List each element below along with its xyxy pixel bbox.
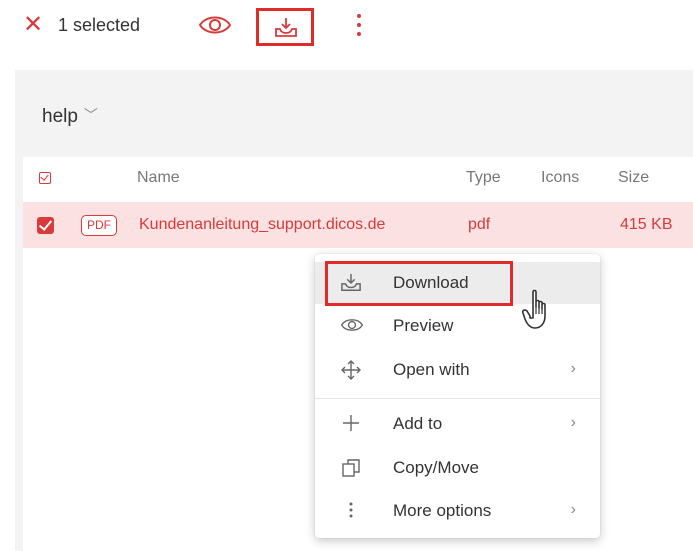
select-all-checkbox[interactable] (39, 172, 51, 184)
breadcrumb-folder[interactable]: help (42, 106, 78, 127)
menu-item-label: Download (393, 273, 469, 292)
more-vertical-icon[interactable] (352, 12, 366, 40)
column-header-type[interactable]: Type (466, 169, 501, 187)
table-header: Name Type Icons Size (23, 157, 693, 199)
download-button[interactable] (256, 8, 314, 46)
copy-icon (340, 458, 362, 478)
chevron-down-icon[interactable]: ﹀ (84, 105, 98, 125)
eye-icon[interactable] (198, 12, 232, 38)
file-name[interactable]: Kundenanleitung_support.dicos.de (139, 216, 385, 234)
hand-cursor-icon (522, 288, 558, 332)
menu-item-label: Open with (393, 360, 470, 379)
selection-toolbar: ✕ 1 selected (0, 0, 693, 52)
menu-item-label: Add to (393, 414, 443, 433)
column-header-size[interactable]: Size (618, 169, 649, 187)
file-size: 415 KB (620, 216, 673, 233)
column-header-icons[interactable]: Icons (541, 169, 579, 187)
download-icon (340, 273, 362, 293)
menu-divider (315, 398, 600, 399)
menu-item-label: Preview (393, 316, 454, 335)
chevron-right-icon: › (570, 501, 576, 518)
menu-item-add-to[interactable]: Add to › (315, 403, 600, 445)
chevron-right-icon: › (570, 360, 576, 377)
close-icon[interactable]: ✕ (22, 13, 44, 37)
more-vertical-icon (340, 501, 362, 521)
plus-icon (340, 414, 362, 434)
file-type: pdf (468, 216, 491, 233)
menu-item-label: More options (393, 501, 492, 520)
menu-item-more-options[interactable]: More options › (315, 490, 600, 532)
pdf-file-icon: PDF (81, 215, 117, 236)
breadcrumb[interactable]: help ﹀ (42, 106, 98, 128)
menu-item-label: Copy/Move (393, 458, 479, 477)
menu-item-open-with[interactable]: Open with › (315, 349, 600, 391)
column-header-name[interactable]: Name (137, 169, 180, 187)
table-row[interactable]: PDF Kundenanleitung_support.dicos.de pdf… (23, 202, 693, 248)
eye-icon (340, 316, 364, 336)
move-arrows-icon (340, 360, 362, 380)
row-checkbox[interactable] (37, 217, 54, 234)
chevron-right-icon: › (570, 414, 576, 431)
download-icon (275, 18, 297, 37)
menu-item-copy-move[interactable]: Copy/Move (315, 447, 600, 489)
selected-count: 1 selected (58, 15, 141, 35)
